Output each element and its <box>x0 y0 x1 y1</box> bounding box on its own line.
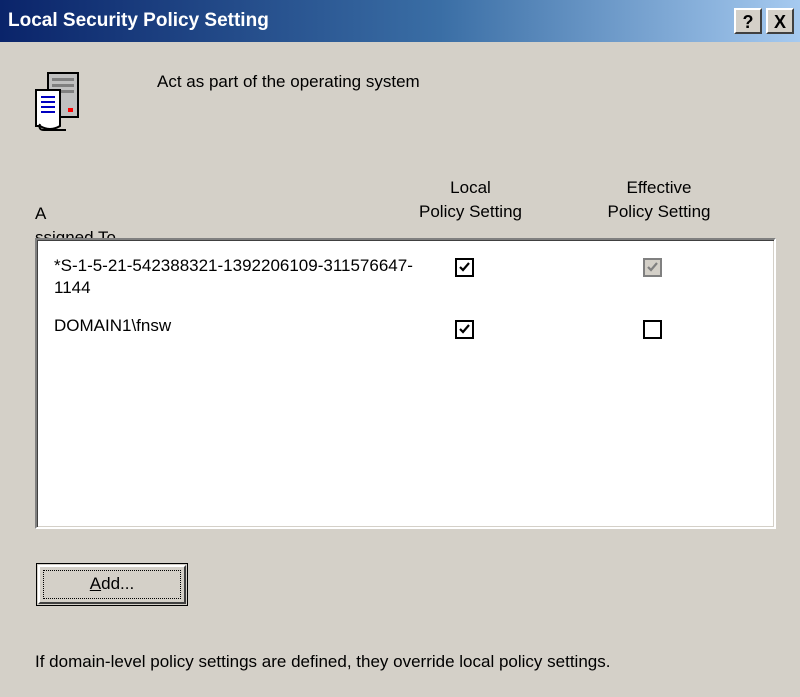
help-button[interactable]: ? <box>734 8 762 34</box>
local-setting-checkbox[interactable] <box>455 258 474 277</box>
checkmark-icon <box>459 262 470 272</box>
window-title: Local Security Policy Setting <box>8 10 269 31</box>
assigned-to-list[interactable]: *S-1-5-21-542388321-1392206109-311576647… <box>35 238 776 529</box>
checkmark-icon <box>647 262 658 272</box>
list-item[interactable]: *S-1-5-21-542388321-1392206109-311576647… <box>54 255 434 299</box>
list-item[interactable]: DOMAIN1\fnsw <box>54 315 434 337</box>
footer-note: If domain-level policy settings are defi… <box>35 652 611 671</box>
local-setting-checkbox[interactable] <box>455 320 474 339</box>
checkmark-icon <box>459 324 470 334</box>
policy-name: Act as part of the operating system <box>157 72 420 91</box>
add-button[interactable]: Add... <box>36 563 188 606</box>
effective-policy-setting-header: Effective Policy Setting <box>607 178 711 221</box>
effective-setting-checkbox <box>643 320 662 339</box>
close-button[interactable]: X <box>766 8 794 34</box>
effective-setting-checkbox <box>643 258 662 277</box>
title-bar: Local Security Policy Setting ? X <box>0 0 800 42</box>
local-policy-setting-header: Local Policy Setting <box>419 178 522 221</box>
policy-server-icon <box>35 72 79 131</box>
